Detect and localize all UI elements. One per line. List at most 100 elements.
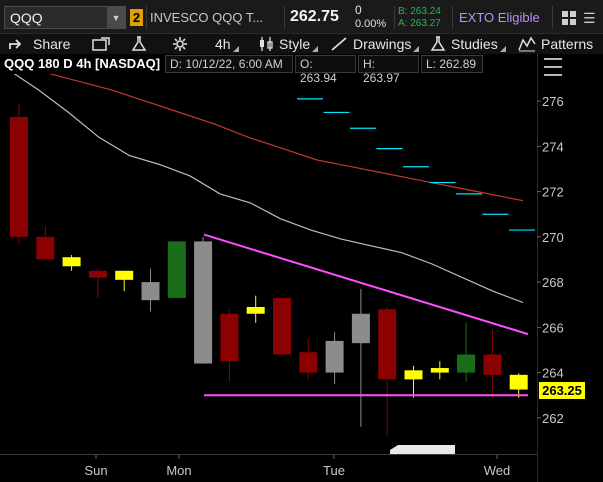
flask-icon: [430, 36, 446, 51]
candle-body: [325, 340, 344, 373]
patterns-icon: [518, 36, 536, 52]
moving-average-gray: [13, 74, 524, 304]
caret-icon: [413, 45, 420, 52]
detach-window-icon: [92, 37, 110, 51]
hamburger-menu-icon[interactable]: ☰: [583, 11, 597, 25]
price-tick-label: 274: [542, 139, 564, 154]
candle-body: [509, 374, 528, 390]
price-tick-label: 264: [542, 366, 564, 381]
price-tick-label: 270: [542, 230, 564, 245]
share-button[interactable]: Share: [8, 35, 70, 53]
candle-body: [430, 368, 449, 373]
candle-body: [36, 236, 55, 260]
flask-icon: [131, 36, 147, 51]
caret-icon: [312, 45, 319, 52]
chevron-down-icon[interactable]: ▼: [107, 7, 125, 28]
style-label: Style: [279, 36, 311, 52]
moving-average-red: [48, 74, 524, 202]
candle-body: [167, 241, 186, 298]
caret-icon: [499, 45, 506, 52]
security-description: INVESCO QQQ T...: [150, 10, 264, 25]
candle-body: [115, 270, 134, 280]
chart-title: QQQ 180 D 4h [NASDAQ]: [4, 56, 161, 71]
net-change: 0: [355, 3, 362, 17]
candle-body: [88, 270, 107, 278]
time-axis: Sun Mon Tue Wed: [0, 454, 537, 482]
bid-price: B: 263.24: [398, 6, 441, 17]
studies-button[interactable]: Studies: [430, 35, 506, 53]
patterns-label: Patterns: [541, 36, 594, 52]
time-axis-canvas: Sun Mon Tue Wed: [84, 455, 511, 478]
candle: [62, 254, 81, 271]
link-group-badge[interactable]: 2: [130, 9, 143, 26]
quote-bar: QQQ ▼ 2 INVESCO QQQ T... 262.75 0 0.00% …: [0, 0, 603, 34]
price-tick-label: 262: [542, 411, 564, 426]
percent-change: 0.00%: [355, 18, 387, 30]
candle: [10, 103, 28, 244]
flask-button[interactable]: [131, 35, 152, 53]
date-readout: D: 10/12/22, 6:00 AM: [165, 55, 293, 73]
timeframe-label: 4h: [215, 36, 231, 52]
high-readout: H: 263.97: [358, 55, 419, 85]
timeframe-button[interactable]: 4h: [215, 35, 239, 53]
candle-body: [194, 241, 213, 364]
chart-header: QQQ 180 D 4h [NASDAQ] D: 10/12/22, 6:00 …: [0, 54, 537, 85]
low-readout: L: 262.89: [421, 55, 483, 73]
price-tick-label: 272: [542, 185, 564, 200]
candle: [273, 297, 291, 355]
price-tick-label: 268: [542, 275, 564, 290]
gear-icon: [173, 37, 187, 51]
drawings-button[interactable]: Drawings: [330, 35, 420, 53]
candle-body: [273, 297, 291, 355]
last-price: 262.75: [290, 8, 339, 25]
time-tick-label: Wed: [484, 463, 511, 478]
candle: [509, 373, 528, 398]
divider: [284, 6, 285, 29]
candle: [457, 322, 476, 382]
studies-label: Studies: [451, 36, 498, 52]
chart-toolbar: Share 4h Style Drawings Studies Patterns: [0, 34, 603, 54]
style-button[interactable]: Style: [258, 35, 319, 53]
candle: [194, 236, 213, 364]
detach-button[interactable]: [92, 35, 115, 53]
patterns-button[interactable]: Patterns: [518, 35, 593, 53]
candle: [141, 268, 160, 312]
grid-layout-icon[interactable]: [562, 11, 576, 25]
time-tick-label: Mon: [166, 463, 191, 478]
candle-body: [141, 282, 160, 301]
symbol-input[interactable]: QQQ: [5, 10, 107, 26]
share-icon: [9, 39, 22, 49]
divider: [452, 6, 453, 29]
candle: [430, 361, 449, 380]
ask-price: A: 263.27: [398, 18, 441, 29]
candle-body: [299, 352, 318, 373]
candle: [115, 270, 134, 292]
candlestick-icon: [260, 37, 273, 51]
candle-body: [246, 306, 265, 314]
price-tick-label: 266: [542, 320, 564, 335]
crosshair-tooltip: [390, 445, 455, 454]
settings-button[interactable]: [172, 35, 193, 53]
divider: [146, 6, 147, 29]
divider: [394, 6, 395, 29]
current-price-tag: 263.25: [539, 382, 585, 399]
share-label: Share: [33, 36, 71, 52]
candle: [167, 241, 186, 298]
candle: [220, 309, 239, 382]
caret-icon: [232, 45, 239, 52]
price-chart[interactable]: [0, 74, 537, 482]
pencil-line-icon: [331, 37, 347, 51]
open-readout: O: 263.94: [295, 55, 356, 85]
time-tick-label: Tue: [323, 463, 345, 478]
divider: [552, 6, 553, 29]
price-tick-label: 276: [542, 94, 564, 109]
candle: [351, 288, 370, 427]
candle: [483, 329, 502, 398]
candle-body: [10, 116, 28, 237]
candle: [36, 225, 55, 260]
drawings-label: Drawings: [353, 36, 412, 52]
candle: [404, 365, 423, 398]
chart-canvas: [10, 74, 535, 454]
symbol-selector[interactable]: QQQ ▼: [4, 6, 126, 29]
candle-body: [404, 370, 423, 380]
